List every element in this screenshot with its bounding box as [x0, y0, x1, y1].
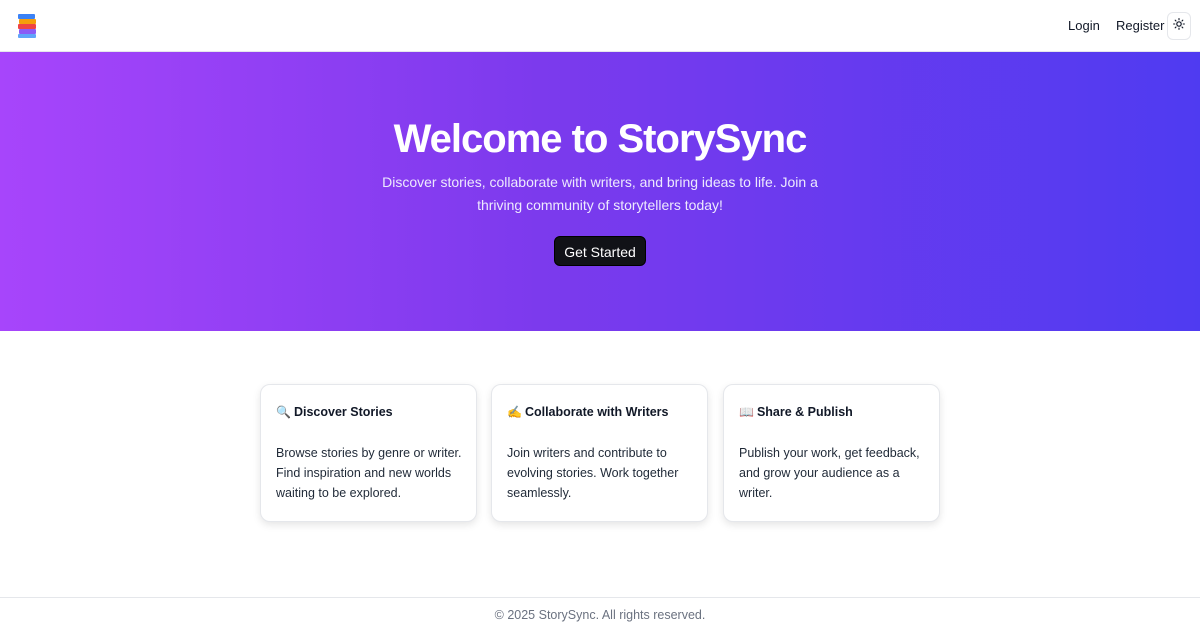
footer-copyright: © 2025 StorySync. All rights reserved.: [494, 608, 706, 622]
login-link[interactable]: Login: [1068, 17, 1100, 35]
feature-description: Join writers and contribute to evolving …: [507, 446, 679, 500]
magnifier-icon: 🔍: [276, 405, 291, 419]
top-navbar: Login Register: [0, 0, 1200, 52]
get-started-button[interactable]: Get Started: [554, 236, 646, 266]
feature-title: 📖 Share & Publish: [739, 404, 853, 420]
theme-toggle-button[interactable]: [1167, 12, 1191, 40]
open-book-icon: 📖: [739, 405, 754, 419]
writing-hand-icon: ✍️: [507, 405, 522, 419]
books-stack-icon[interactable]: [17, 13, 38, 39]
footer-divider: [0, 597, 1200, 598]
hero-subtitle: Discover stories, collaborate with write…: [382, 174, 818, 213]
feature-description: Publish your work, get feedback, and gro…: [739, 446, 920, 500]
feature-card-collaborate: ✍️ Collaborate with Writers Join writers …: [491, 384, 708, 522]
hero-section: Welcome to StorySync Discover stories, c…: [0, 52, 1200, 331]
feature-title: ✍️ Collaborate with Writers: [507, 404, 669, 420]
feature-card-discover: 🔍 Discover Stories Browse stories by genr…: [260, 384, 477, 522]
sun-icon: [1173, 17, 1185, 35]
register-link[interactable]: Register: [1116, 17, 1164, 35]
feature-title-text: Share & Publish: [756, 405, 853, 419]
feature-description: Browse stories by genre or writer. Find …: [276, 446, 462, 500]
feature-title: 🔍 Discover Stories: [276, 404, 393, 420]
feature-card-publish: 📖 Share & Publish Publish your work, get …: [723, 384, 940, 522]
hero-title: Welcome to StorySync: [393, 117, 808, 161]
feature-title-text: Discover Stories: [293, 405, 393, 419]
feature-title-text: Collaborate with Writers: [524, 405, 669, 419]
